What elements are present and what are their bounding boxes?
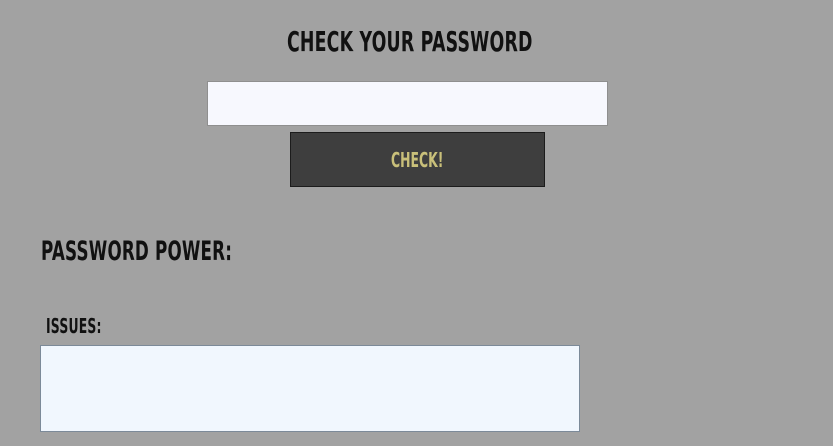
page-title: CHECK YOUR PASSWORD: [287, 25, 533, 58]
password-power-label: PASSWORD POWER:: [41, 236, 233, 267]
check-button[interactable]: CHECK!: [290, 132, 545, 187]
issues-label: ISSUES:: [46, 314, 102, 338]
issues-box: [40, 345, 580, 432]
check-button-label: CHECK!: [391, 147, 444, 172]
password-input[interactable]: [207, 81, 608, 126]
